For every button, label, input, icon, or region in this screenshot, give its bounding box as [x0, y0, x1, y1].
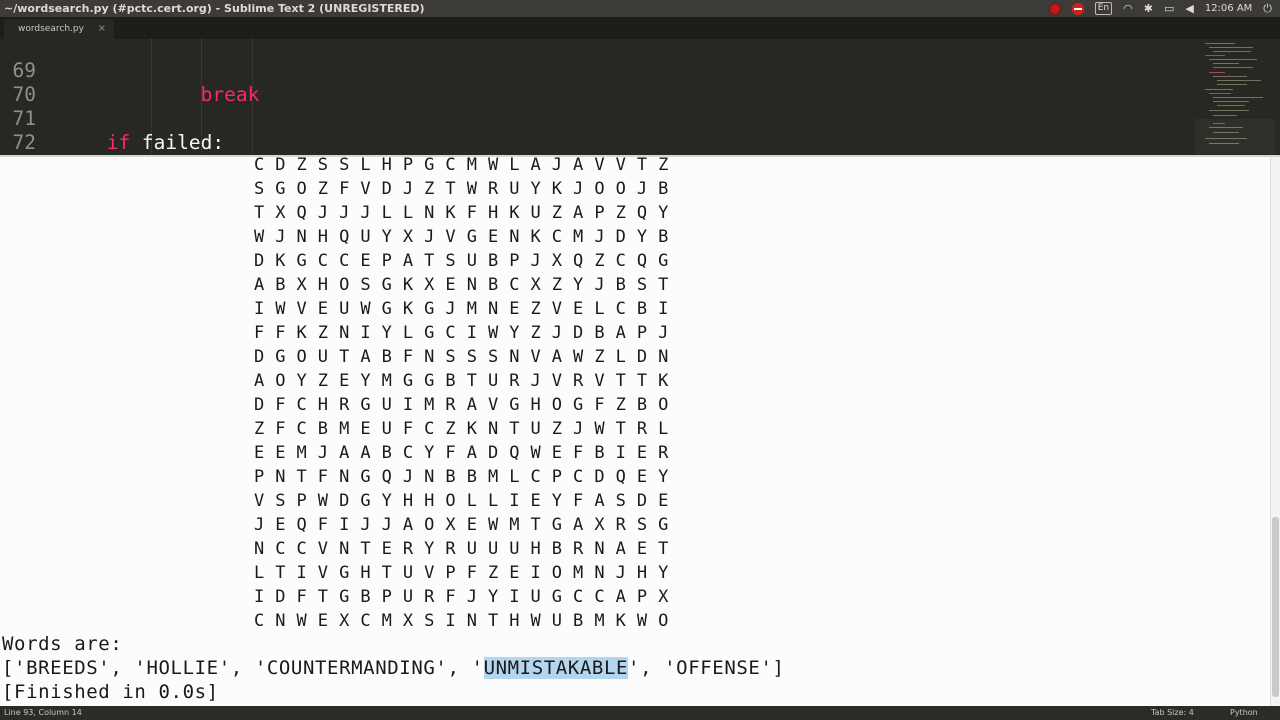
window-titlebar: ~/wordsearch.py (#pctc.cert.org) - Subli…: [0, 0, 1280, 17]
grid-row: I D F T G B P U R F J Y I U G C C A P X: [254, 587, 669, 607]
grid-row: J E Q F I J J A O X E W M T G A X R S G: [254, 515, 669, 535]
grid-row: F F K Z N I Y L G C I W Y Z J D B A P J: [254, 323, 669, 343]
tab-wordsearch[interactable]: wordsearch.py ×: [4, 19, 114, 39]
grid-row: D G O U T A B F N S S S N V A W Z L D N: [254, 347, 669, 367]
words-label: Words are:: [2, 633, 123, 655]
grid-row: C D Z S S L H P G C M W L A J A V V T Z: [254, 155, 669, 175]
grid-row: S G O Z F V D J Z T W R U Y K J O O J B: [254, 179, 669, 199]
scrollbar-thumb[interactable]: [1272, 517, 1279, 697]
syntax-selector[interactable]: Python: [1230, 706, 1258, 720]
grid-row: W J N H Q U Y X J V G E N K C M J D Y B: [254, 227, 669, 247]
cursor-position: Line 93, Column 14: [4, 708, 82, 717]
volume-icon[interactable]: ◀: [1185, 0, 1193, 17]
minimap[interactable]: [1195, 39, 1275, 154]
grid-row: P N T F N G Q J N B B M L C P C D Q E Y: [254, 467, 669, 487]
window-title: ~/wordsearch.py (#pctc.cert.org) - Subli…: [4, 2, 425, 15]
code-line: 69 break: [0, 39, 1190, 106]
selected-text: UNMISTAKABLE: [483, 657, 629, 679]
code-line: 73 else:: [0, 131, 1190, 154]
clock[interactable]: 12:06 AM: [1205, 0, 1252, 17]
code-line: 71 if failed:: [0, 83, 1190, 154]
grid-row: I W V E U W G K G J M N E Z V E L C B I: [254, 299, 669, 319]
status-bar: Line 93, Column 14 Tab Size: 4 Python: [0, 706, 1280, 720]
grid-row: D K G C C E P A T S U B P J X Q Z C Q G: [254, 251, 669, 271]
grid-row: V S P W D G Y H H O L L I E Y F A S D E: [254, 491, 669, 511]
stop-icon[interactable]: [1071, 2, 1084, 15]
tab-size-selector[interactable]: Tab Size: 4: [1151, 706, 1194, 720]
keyboard-layout-indicator[interactable]: En: [1094, 2, 1113, 15]
wifi-icon[interactable]: ◠: [1123, 0, 1133, 17]
record-indicator-icon[interactable]: [1048, 2, 1061, 15]
build-output-panel[interactable]: C D Z S S L H P G C M W L A J A V V T Z S…: [0, 155, 1280, 706]
grid-row: E E M J A A B C Y F A D Q W E F B I E R: [254, 443, 669, 463]
finished-message: [Finished in 0.0s]: [2, 681, 219, 703]
grid-row: A O Y Z E Y M G G B T U R J V R V T T K: [254, 371, 669, 391]
grid-row: C N W E X C M X S I N T H W U B M K W O: [254, 611, 669, 631]
grid-row: L T I V G H T U V P F Z E I O M N J H Y: [254, 563, 669, 583]
tab-close-icon[interactable]: ×: [98, 19, 106, 39]
code-line: 72 continue: [0, 107, 1190, 154]
tab-bar: wordsearch.py ×: [0, 17, 1280, 39]
bluetooth-icon[interactable]: ✱: [1144, 0, 1153, 17]
system-tray: En ◠ ✱ ▭ ◀ 12:06 AM ⏻: [1048, 0, 1272, 17]
grid-row: T X Q J J J L L N K F H K U Z A P Z Q Y: [254, 203, 669, 223]
grid-row: A B X H O S G K X E N B C X Z Y J B S T: [254, 275, 669, 295]
grid-row: N C C V N T E R Y R U U U H B R N A E T: [254, 539, 669, 559]
code-editor[interactable]: 69 break 70 71 if failed: 72 continue 73…: [0, 39, 1280, 154]
grid-row: Z F C B M E U F C Z K N T U Z J W T R L: [254, 419, 669, 439]
output-scrollbar[interactable]: [1270, 157, 1280, 706]
battery-icon[interactable]: ▭: [1164, 0, 1174, 17]
words-list: ['BREEDS', 'HOLLIE', 'COUNTERMANDING', '…: [2, 657, 785, 679]
power-icon[interactable]: ⏻: [1263, 0, 1272, 17]
grid-row: D F C H R G U I M R A V G H O G F Z B O: [254, 395, 669, 415]
minimap-viewport[interactable]: [1195, 119, 1275, 154]
code-line: 70: [0, 59, 1190, 106]
tab-label: wordsearch.py: [18, 24, 84, 34]
